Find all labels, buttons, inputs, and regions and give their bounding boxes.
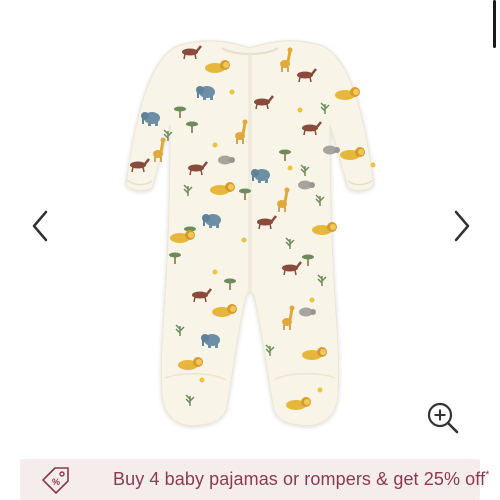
svg-text:%: % [52,477,60,487]
previous-image-button[interactable] [26,206,56,246]
promo-text: Buy 4 baby pajamas or rompers & get 25% … [113,469,490,490]
promo-banner[interactable]: % Buy 4 baby pajamas or rompers & get 25… [20,459,489,500]
product-image[interactable] [0,0,500,455]
price-tag-icon: % [42,467,69,494]
chevron-right-icon [454,210,470,242]
next-image-button[interactable] [446,206,476,246]
promo-message: Buy 4 baby pajamas or rompers & get 25% … [113,469,486,489]
product-gallery [0,0,500,455]
chevron-left-icon [32,210,48,242]
product-page: % Buy 4 baby pajamas or rompers & get 25… [0,0,500,500]
zoom-button[interactable] [423,398,463,438]
zoom-in-icon [427,402,459,434]
promo-asterisk: * [485,469,490,481]
